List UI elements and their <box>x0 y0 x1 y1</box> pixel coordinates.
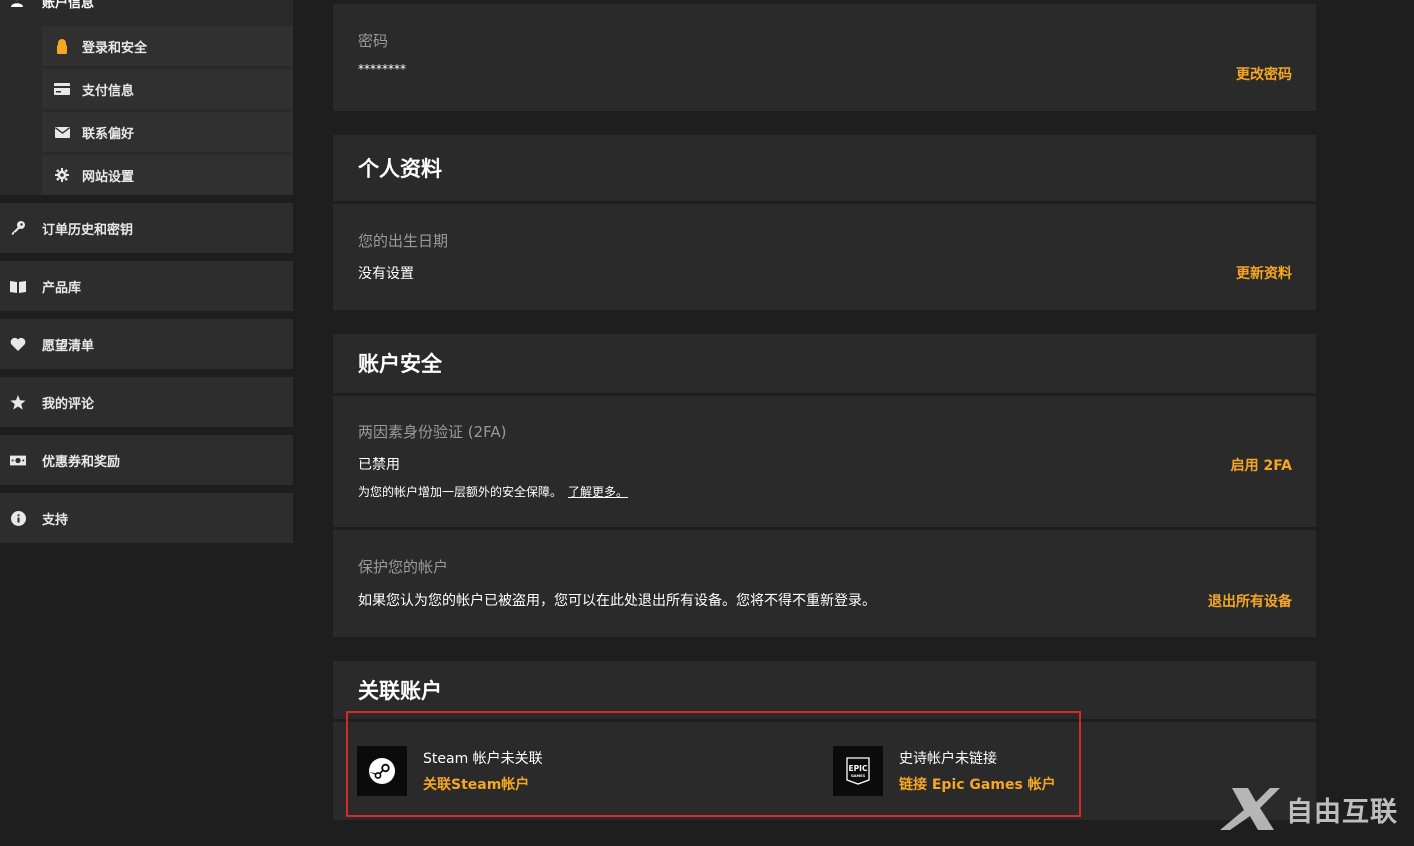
user-icon <box>10 0 24 7</box>
money-icon <box>10 452 26 468</box>
epic-account-text: 史诗帐户未链接 链接 Epic Games 帐户 <box>899 748 1056 794</box>
sidebar-item-label: 优惠券和奖励 <box>42 454 121 470</box>
profile-section-title: 个人资料 <box>358 157 442 181</box>
sidebar-item-reviews[interactable]: 我的评论 <box>0 377 293 427</box>
sign-out-all-devices-link[interactable]: 退出所有设备 <box>1208 591 1292 611</box>
epic-status: 史诗帐户未链接 <box>899 751 997 767</box>
book-icon <box>10 278 26 294</box>
sidebar-item-label: 产品库 <box>42 280 82 296</box>
watermark: 自由互联 <box>1218 786 1398 832</box>
sidebar-item-label: 愿望清单 <box>42 338 95 354</box>
link-epic-link[interactable]: 链接 Epic Games 帐户 <box>899 774 1056 794</box>
enable-2fa-link[interactable]: 启用 2FA <box>1231 455 1292 475</box>
sidebar-subitem-site-settings[interactable]: 网站设置 <box>42 155 293 195</box>
sidebar-subitem-payment[interactable]: 支付信息 <box>42 69 293 109</box>
protect-account-text: 如果您认为您的帐户已被盗用，您可以在此处退出所有设备。您将不得不重新登录。 <box>358 593 876 609</box>
sidebar-item-orders-keys[interactable]: 订单历史和密钥 <box>0 203 293 253</box>
sidebar-item-coupons-rewards[interactable]: 优惠券和奖励 <box>0 435 293 485</box>
epic-account-item: EPIC GAMES 史诗帐户未链接 链接 Epic Games 帐户 <box>833 746 1056 796</box>
birthday-label: 您的出生日期 <box>358 232 449 250</box>
envelope-icon <box>54 124 70 140</box>
sidebar-subitem-label: 网站设置 <box>82 169 135 185</box>
sidebar-item-label: 支持 <box>42 512 69 528</box>
update-profile-link[interactable]: 更新资料 <box>1236 263 1292 283</box>
password-card <box>333 0 1316 111</box>
steam-logo-icon <box>357 746 407 796</box>
epic-games-logo-icon: EPIC GAMES <box>833 746 883 796</box>
birthday-value: 没有设置 <box>358 266 414 282</box>
steam-account-text: Steam 帐户未关联 关联Steam帐户 <box>423 748 543 794</box>
sidebar-item-label: 订单历史和密钥 <box>42 222 134 238</box>
sidebar-subitem-login-security[interactable]: 登录和安全 <box>42 26 293 66</box>
sidebar-subitem-contact[interactable]: 联系偏好 <box>42 112 293 152</box>
epic-logo-text-bottom: GAMES <box>851 774 866 778</box>
epic-logo-text-top: EPIC <box>849 764 868 773</box>
gear-icon <box>54 167 70 183</box>
star-icon <box>10 394 26 410</box>
sidebar-item-label: 我的评论 <box>42 396 95 412</box>
sidebar-subitem-label: 登录和安全 <box>82 40 148 56</box>
sidebar-item-label: 账户信息 <box>42 0 95 11</box>
divider <box>333 393 1316 396</box>
twofa-label: 两因素身份验证 (2FA) <box>358 423 507 441</box>
twofa-note: 为您的帐户增加一层额外的安全保障。 了解更多。 <box>358 483 628 500</box>
sidebar-item-library[interactable]: 产品库 <box>0 261 293 311</box>
learn-more-link[interactable]: 了解更多。 <box>568 485 628 499</box>
profile-card <box>333 135 1316 310</box>
credit-card-icon <box>54 81 70 97</box>
lock-icon <box>54 38 70 54</box>
divider <box>333 527 1316 530</box>
sidebar-item-account-info[interactable]: 账户信息 <box>0 0 293 22</box>
divider <box>333 0 1316 4</box>
password-label: 密码 <box>358 32 389 50</box>
watermark-text: 自由互联 <box>1286 796 1398 828</box>
sidebar-item-support[interactable]: 支持 <box>0 493 293 543</box>
steam-account-item: Steam 帐户未关联 关联Steam帐户 <box>357 746 543 796</box>
divider <box>333 201 1316 204</box>
info-icon <box>10 510 26 526</box>
sidebar-item-wishlist[interactable]: 愿望清单 <box>0 319 293 369</box>
sidebar-subitem-label: 联系偏好 <box>82 126 135 142</box>
key-icon <box>10 220 26 236</box>
link-steam-link[interactable]: 关联Steam帐户 <box>423 774 543 794</box>
steam-status: Steam 帐户未关联 <box>423 751 543 767</box>
linked-accounts-title: 关联账户 <box>358 679 442 703</box>
protect-account-label: 保护您的帐户 <box>358 558 449 576</box>
password-value: ******** <box>358 62 406 76</box>
watermark-x-icon <box>1220 788 1280 830</box>
heart-icon <box>10 336 26 352</box>
change-password-link[interactable]: 更改密码 <box>1236 64 1292 84</box>
security-section-title: 账户安全 <box>358 352 442 376</box>
sidebar-subitem-label: 支付信息 <box>82 83 135 99</box>
twofa-note-text: 为您的帐户增加一层额外的安全保障。 <box>358 485 563 499</box>
twofa-status: 已禁用 <box>358 457 400 473</box>
